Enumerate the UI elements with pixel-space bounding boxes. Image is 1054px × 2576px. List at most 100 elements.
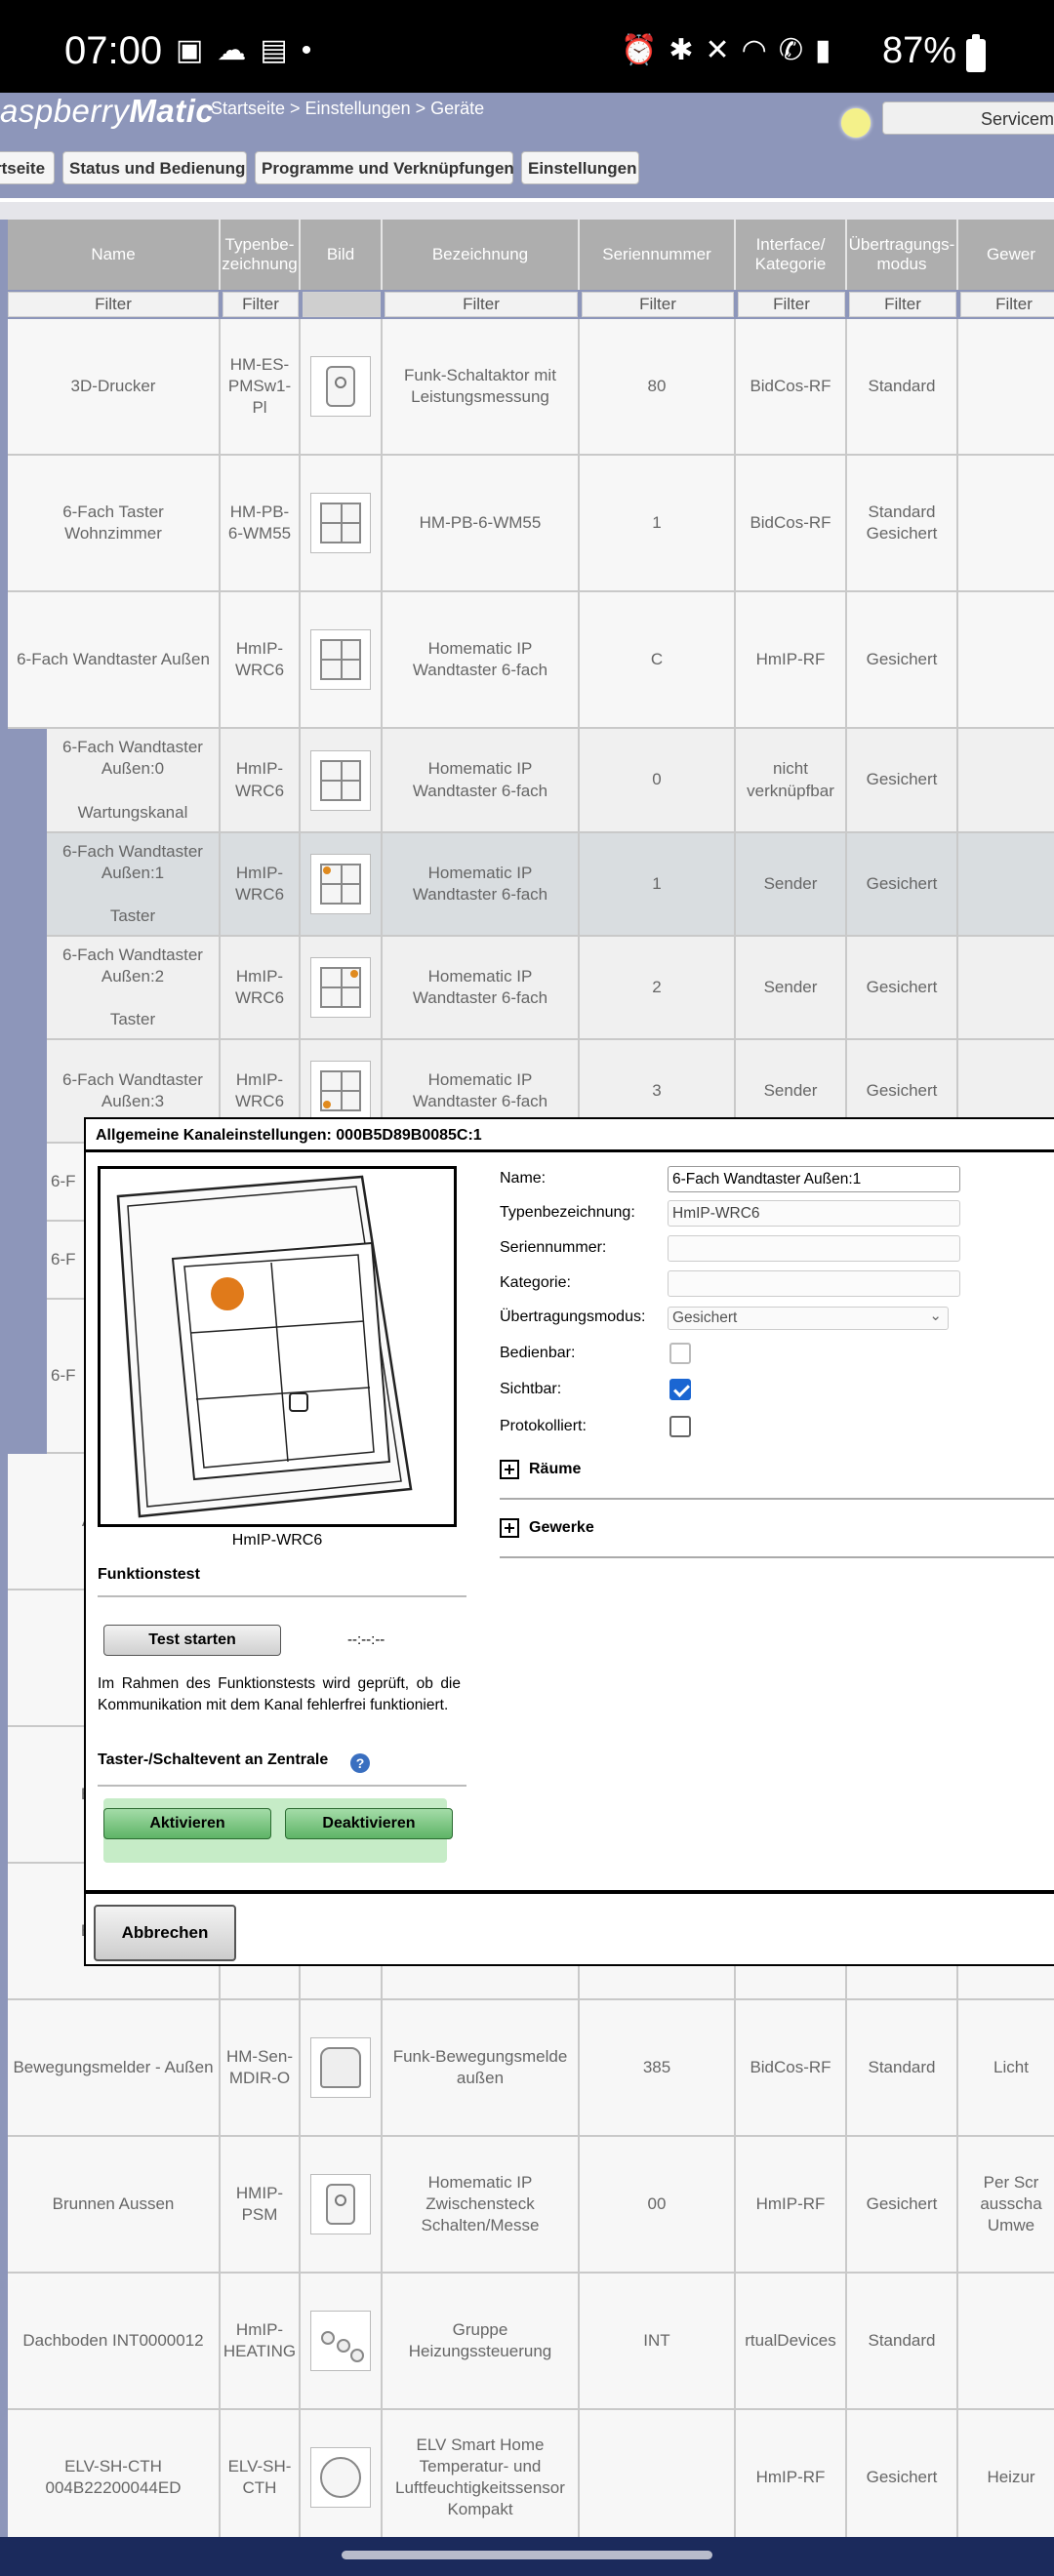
cell-type-text: HM-ES-PMSw1-Pl — [227, 354, 292, 418]
cell-name-text: 6-F — [51, 1171, 76, 1190]
cell-trade — [958, 729, 1054, 833]
cell-name-text: Dachboden INT0000012 — [22, 2330, 204, 2350]
cell-trade: Heizur — [958, 2410, 1054, 2537]
menu-einstellungen[interactable]: Einstellungen — [521, 151, 639, 184]
menu-startseite[interactable]: rtseite — [0, 151, 55, 184]
col-description[interactable]: Bezeichnung — [383, 220, 580, 290]
cell-transfer-mode-text: Standard — [868, 2057, 936, 2076]
cell-description-text: Gruppe Heizungssteuerung — [408, 2319, 552, 2360]
cell-description: Homematic IP Wandtaster 6-fach — [383, 729, 580, 833]
content-separator — [0, 198, 1054, 220]
col-serial[interactable]: Seriennummer — [580, 220, 736, 290]
cell-type: HmIP-WRC6 — [221, 729, 301, 833]
col-image: Bild — [301, 220, 383, 290]
cell-description: Funk-Schaltaktor mit Leistungsmessung — [383, 319, 580, 456]
table-row[interactable]: 6-Fach Wandtaster Außen:0 Wartungskanal Hm… — [0, 729, 1054, 833]
filter-trade[interactable]: Filter — [960, 292, 1054, 317]
cell-type: HMIP-PSM — [221, 2137, 301, 2274]
help-icon[interactable]: ? — [350, 1753, 370, 1773]
home-gesture-handle[interactable] — [342, 2551, 712, 2559]
raspberrymatic-logo[interactable]: aspberryMatic — [0, 93, 214, 130]
cell-name-text: 6-Fach Taster Wohnzimmer — [62, 502, 164, 543]
cell-name: 6-Fach Wandtaster Außen:1 Taster — [47, 833, 221, 937]
wifi-icon: ◠ — [741, 34, 779, 66]
operable-checkbox — [669, 1343, 691, 1364]
table-header-row: Name Typenbe- zeichnung Bild Bezeichnung… — [0, 220, 1054, 290]
start-test-button[interactable]: Test starten — [103, 1625, 281, 1656]
bluetooth-icon: ✱ — [669, 34, 706, 66]
cell-type-text: HmIP-WRC6 — [234, 966, 285, 1007]
name-label: Name: — [500, 1170, 547, 1187]
cell-interface: BidCos-RF — [736, 2000, 847, 2137]
cell-transfer-mode: Standard — [847, 2000, 958, 2137]
service-messages-button[interactable]: Servicem — [882, 101, 1054, 135]
cell-interface: Sender — [736, 937, 847, 1040]
table-row[interactable]: 6-Fach Wandtaster Außen HmIP-WRC6 Homemati… — [0, 592, 1054, 729]
navigation-bar — [0, 2537, 1054, 2576]
table-row[interactable]: 6-Fach Taster Wohnzimmer HM-PB-6-WM55 HM-P… — [0, 456, 1054, 592]
cell-interface-text: BidCos-RF — [750, 376, 831, 395]
category-label: Kategorie: — [500, 1274, 571, 1291]
divider — [98, 1785, 466, 1787]
table-row[interactable]: Bewegungsmelder - Außen HM-Sen-MDIR-O Funk… — [0, 2000, 1054, 2137]
table-row[interactable]: ELV-SH-CTH 004B22200044ED ELV-SH-CTH ELV S… — [0, 2410, 1054, 2537]
channel-type: Taster — [109, 1010, 156, 1029]
cell-transfer-mode-text: Gesichert — [866, 977, 938, 996]
activate-button[interactable]: Aktivieren — [103, 1808, 271, 1839]
cell-interface-text: Sender — [763, 873, 818, 893]
col-interface[interactable]: Interface/ Kategorie — [736, 220, 847, 290]
cell-trade-text: Per Scr ausscha Umwe — [980, 2172, 1042, 2235]
cell-trade-text: Heizur — [987, 2467, 1035, 2486]
menu-status-und-bedienung[interactable]: Status und Bedienung — [62, 151, 247, 184]
central-event-title: Taster-/Schaltevent an Zentrale — [98, 1751, 329, 1768]
cell-description: Funk-Bewegungsmelde außen — [383, 2000, 580, 2137]
table-row[interactable]: Brunnen Aussen HMIP-PSM Homematic IP Zwisc… — [0, 2137, 1054, 2274]
serial-label: Seriennummer: — [500, 1239, 607, 1256]
cell-description-text: Funk-Schaltaktor mit Leistungsmessung — [404, 365, 556, 406]
col-name[interactable]: Name — [8, 220, 221, 290]
cell-trade: Per Scr ausscha Umwe — [958, 2137, 1054, 2274]
cell-serial: 00 — [580, 2137, 736, 2274]
visible-checkbox[interactable] — [669, 1379, 691, 1400]
filter-interface[interactable]: Filter — [738, 292, 845, 317]
cell-trade — [958, 833, 1054, 937]
cell-type: HmIP-WRC6 — [221, 937, 301, 1040]
device-image — [98, 1166, 457, 1527]
table-row[interactable]: Dachboden INT0000012 HmIP-HEATING Gruppe H… — [0, 2274, 1054, 2410]
filter-name[interactable]: Filter — [8, 292, 219, 317]
menu-programme-und-verknuepfungen[interactable]: Programme und Verknüpfungen — [255, 151, 514, 184]
filter-description[interactable]: Filter — [385, 292, 578, 317]
filter-serial[interactable]: Filter — [582, 292, 734, 317]
operable-label: Bedienbar: — [500, 1345, 576, 1361]
cell-type: HM-PB-6-WM55 — [221, 456, 301, 592]
cell-transfer-mode: Standard Gesichert — [847, 456, 958, 592]
col-type[interactable]: Typenbe- zeichnung — [221, 220, 301, 290]
cell-interface-text: BidCos-RF — [750, 2057, 831, 2076]
alarm-status-icon[interactable] — [841, 108, 871, 138]
cell-image — [301, 2000, 383, 2137]
cell-image — [301, 937, 383, 1040]
cell-serial-text: 1 — [652, 873, 662, 893]
cell-description: Homematic IP Wandtaster 6-fach — [383, 592, 580, 729]
cell-name: 6-Fach Wandtaster Außen:0 Wartungskanal — [47, 729, 221, 833]
cancel-button[interactable]: Abbrechen — [94, 1905, 236, 1961]
mute-icon: ✕ — [705, 34, 742, 66]
table-row[interactable]: 6-Fach Wandtaster Außen:1 Taster HmIP-WRC6… — [0, 833, 1054, 937]
logged-checkbox[interactable] — [669, 1416, 691, 1437]
dialog-title: Allgemeine Kanaleinstellungen: 000B5D89B… — [86, 1119, 1054, 1152]
cell-name-text: 6-Fach Wandtaster Außen:1 — [62, 841, 203, 882]
device-thumbnail — [310, 356, 371, 417]
cell-serial-text: 0 — [652, 770, 662, 789]
col-transfer-mode[interactable]: Übertragungs- modus — [847, 220, 958, 290]
cell-trade: Licht — [958, 2000, 1054, 2137]
cell-transfer-mode: Gesichert — [847, 937, 958, 1040]
col-trade[interactable]: Gewer — [958, 220, 1054, 290]
filter-transfer-mode[interactable]: Filter — [849, 292, 956, 317]
table-row[interactable]: 6-Fach Wandtaster Außen:2 Taster HmIP-WRC6… — [0, 937, 1054, 1040]
cell-serial-text: C — [650, 649, 664, 668]
cell-description-text: Homematic IP Zwischensteck Schalten/Mess… — [421, 2172, 540, 2235]
filter-type[interactable]: Filter — [223, 292, 299, 317]
deactivate-button[interactable]: Deaktivieren — [285, 1808, 453, 1839]
table-row[interactable]: 3D-Drucker HM-ES-PMSw1-Pl Funk-Schaltaktor… — [0, 319, 1054, 456]
name-field[interactable]: 6-Fach Wandtaster Außen:1 — [668, 1166, 960, 1192]
